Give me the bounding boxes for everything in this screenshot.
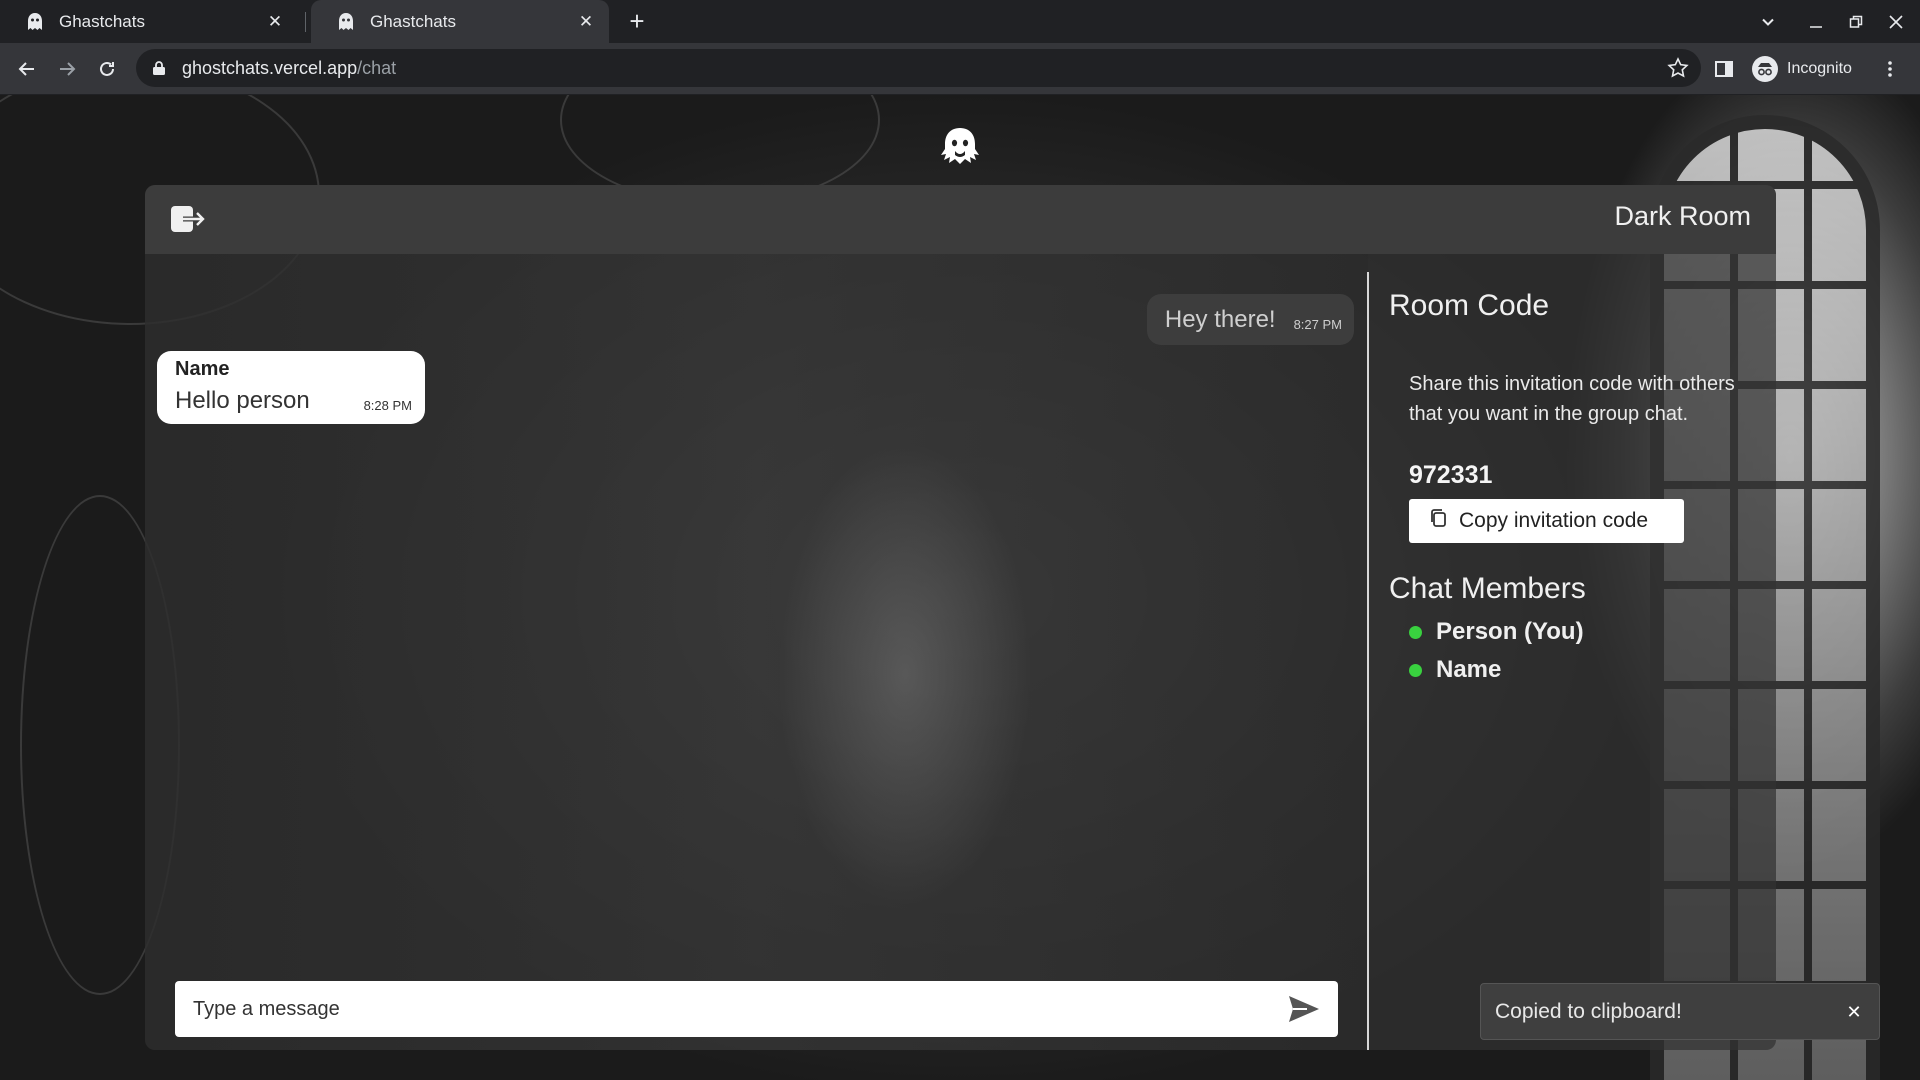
side-panel-icon[interactable]	[1714, 53, 1734, 85]
room-code-value: 972331	[1409, 461, 1493, 489]
browser-menu-icon[interactable]	[1880, 53, 1900, 85]
minimize-icon[interactable]	[1796, 0, 1836, 43]
copied-toast: Copied to clipboard! ✕	[1480, 983, 1880, 1040]
chat-header: Dark Room	[145, 185, 1776, 254]
chat-members-title: Chat Members	[1389, 572, 1586, 605]
toast-message: Copied to clipboard!	[1495, 999, 1682, 1023]
message-time: 8:28 PM	[363, 398, 412, 413]
browser-toolbar: ghostchats.vercel.app/chat Incognito	[0, 43, 1920, 95]
restore-icon[interactable]	[1836, 0, 1876, 43]
back-arrow-icon[interactable]	[11, 53, 43, 85]
ghost-favicon-icon	[24, 11, 46, 33]
room-code-description: Share this invitation code with others t…	[1409, 373, 1735, 425]
sidebar-divider	[1367, 272, 1369, 1050]
incognito-icon	[1752, 56, 1778, 82]
message-sender: Name	[175, 358, 230, 380]
member-name: Name	[1436, 656, 1502, 683]
message-text: Hey there!	[1164, 305, 1276, 333]
new-tab-icon[interactable]: +	[622, 7, 652, 37]
send-icon[interactable]	[1287, 994, 1321, 1024]
lock-icon	[150, 59, 168, 77]
toast-close-icon[interactable]: ✕	[1843, 1001, 1865, 1023]
url-path: /chat	[357, 57, 397, 78]
forward-arrow-icon[interactable]	[51, 53, 83, 85]
member-item: Name	[1409, 656, 1501, 684]
room-sidebar: Room Code Share this invitation code wit…	[1389, 254, 1769, 1050]
address-bar[interactable]: ghostchats.vercel.app/chat	[136, 49, 1701, 87]
chat-panel: Dark Room Hey there! 8:27 PM Name Hello …	[145, 185, 1776, 1050]
online-status-dot	[1409, 663, 1422, 677]
url-host: ghostchats.vercel.app	[182, 57, 358, 78]
tab-title: Ghastchats	[370, 11, 456, 31]
incognito-profile-button[interactable]: Incognito	[1752, 53, 1852, 85]
online-status-dot	[1409, 625, 1422, 639]
tab-separator	[305, 12, 306, 32]
message-text: Hello person	[175, 387, 310, 414]
copy-invitation-code-button[interactable]: Copy invitation code	[1409, 499, 1684, 543]
tab-close-icon[interactable]: ✕	[575, 11, 597, 33]
member-item: Person (You)	[1409, 618, 1584, 646]
message-list: Hey there! 8:27 PM Name Hello person 8:2…	[145, 254, 1368, 1050]
outgoing-message: Hey there! 8:27 PM	[1146, 294, 1354, 345]
room-name: Dark Room	[1614, 201, 1751, 231]
page-viewport: Dark Room Hey there! 8:27 PM Name Hello …	[0, 95, 1920, 1080]
ghost-logo-icon	[937, 125, 983, 171]
tab-strip: Ghastchats ✕ Ghastchats ✕ +	[0, 0, 1920, 43]
tab-ghastchats-2[interactable]: Ghastchats ✕	[311, 0, 609, 43]
message-time: 8:27 PM	[1293, 317, 1342, 332]
leave-room-icon[interactable]	[169, 203, 207, 235]
tab-close-icon[interactable]: ✕	[264, 11, 286, 33]
tab-title: Ghastchats	[59, 11, 145, 31]
incognito-label: Incognito	[1787, 60, 1852, 77]
room-code-title: Room Code	[1389, 289, 1550, 322]
tab-search-chevron-icon[interactable]	[1748, 0, 1788, 43]
ghost-favicon-icon	[335, 11, 357, 33]
bookmark-star-icon[interactable]	[1667, 57, 1689, 79]
reload-icon[interactable]	[91, 53, 123, 85]
tab-ghastchats-1[interactable]: Ghastchats ✕	[0, 0, 298, 43]
member-name: Person (You)	[1436, 618, 1584, 645]
copy-button-label: Copy invitation code	[1459, 509, 1649, 532]
close-window-icon[interactable]	[1876, 0, 1916, 43]
incoming-message: Name Hello person 8:28 PM	[157, 351, 425, 424]
message-input[interactable]	[175, 981, 1338, 1037]
copy-icon	[1429, 508, 1447, 534]
